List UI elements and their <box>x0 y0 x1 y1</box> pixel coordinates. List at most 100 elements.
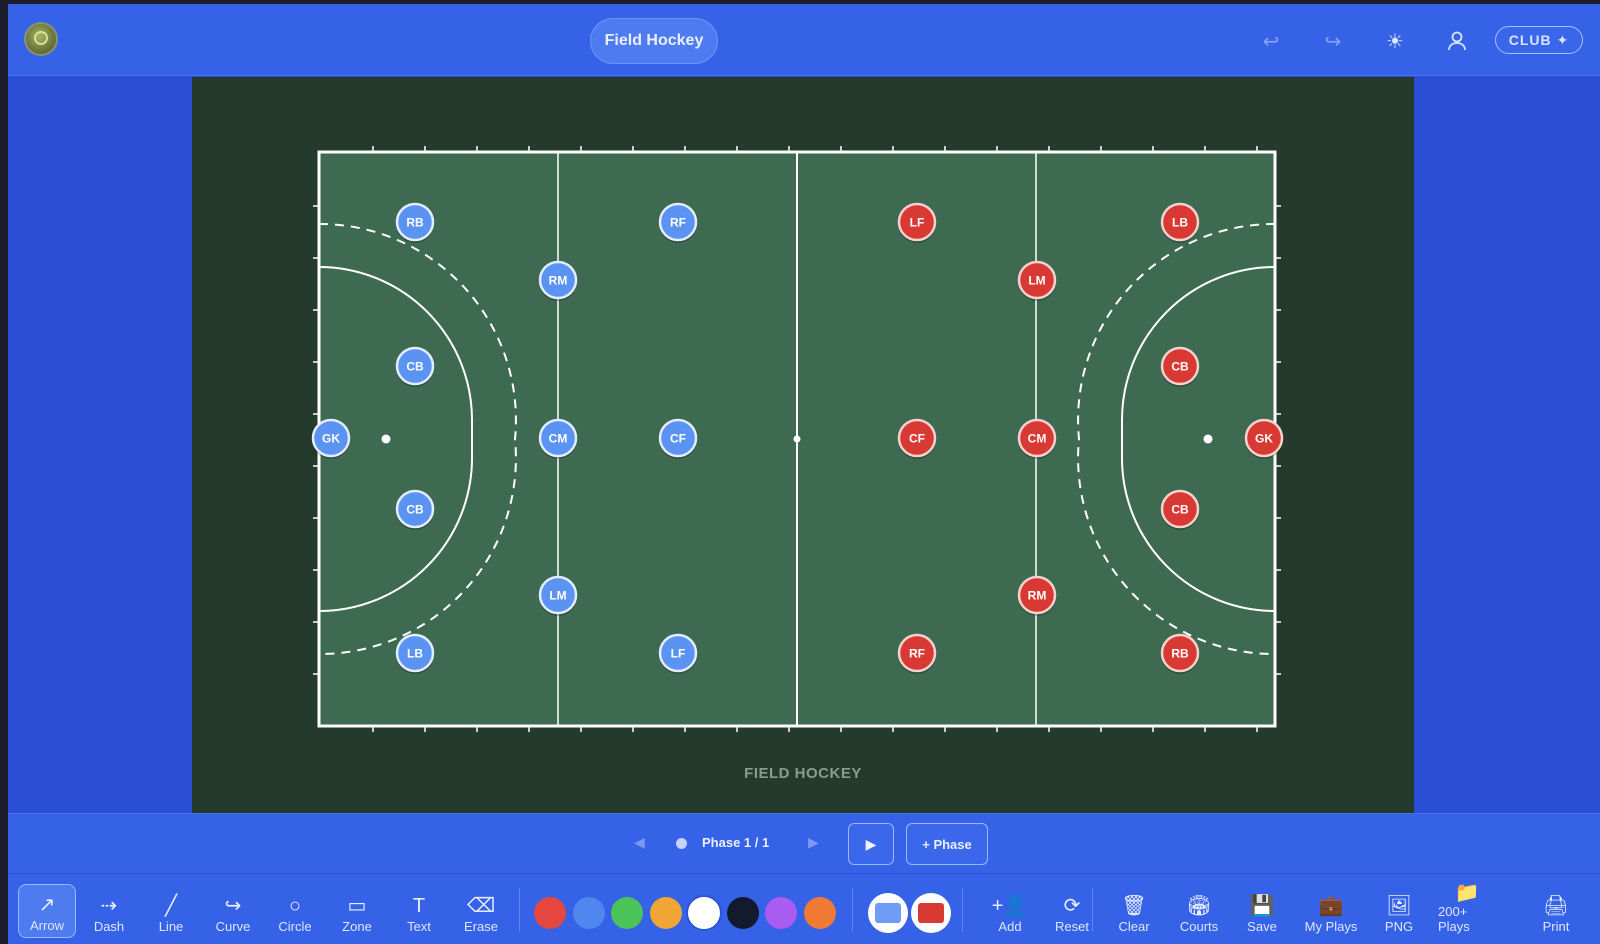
play-button[interactable]: ▶ <box>848 823 894 865</box>
tool-label: Erase <box>464 919 498 934</box>
folder-icon: 📁 <box>1454 882 1480 904</box>
text-tool-button[interactable]: T Text <box>390 884 448 938</box>
red-team-button[interactable] <box>911 893 951 933</box>
arrow-tool-button[interactable]: ↗ Arrow <box>18 884 76 938</box>
tool-label: 200+ Plays <box>1438 904 1470 934</box>
blue-player-gk[interactable]: GK <box>311 418 351 459</box>
player-label: CF <box>909 432 925 446</box>
play-icon: ▶ <box>865 835 877 852</box>
sun-icon[interactable]: ☀ <box>1382 28 1408 54</box>
blue-player-rm[interactable]: RM <box>538 260 578 301</box>
color-swatch[interactable] <box>534 897 566 929</box>
player-label: CM <box>549 432 568 446</box>
red-player-cb[interactable]: CB <box>1160 346 1200 387</box>
blue-player-cf[interactable]: CF <box>658 418 698 459</box>
line-tool-button[interactable]: ╱ Line <box>142 884 200 938</box>
center-spot <box>793 435 801 443</box>
color-swatch[interactable] <box>765 897 797 929</box>
toolbar-divider <box>852 888 853 932</box>
add-player-icon: +👤 <box>991 895 1029 917</box>
field-canvas[interactable]: GK RB CB CB LB RM CM LM RF CF LF GK LB CB CB RB LM CM RM LF… <box>192 77 1414 813</box>
tool-label: Zone <box>342 919 372 934</box>
circle-tool-button[interactable]: ○ Circle <box>266 884 324 938</box>
red-player-gk[interactable]: GK <box>1244 418 1284 459</box>
team-color-chip <box>875 903 901 923</box>
erase-tool-button[interactable]: ⌫ Erase <box>452 884 510 938</box>
curve-icon: ↪ <box>224 895 242 917</box>
blue-player-rb[interactable]: RB <box>395 202 435 243</box>
undo-icon[interactable]: ↩ <box>1258 28 1284 54</box>
red-player-lm[interactable]: LM <box>1017 260 1057 301</box>
bottom-toolbar: ↗ Arrow ⇢ Dash ╱ Line ↪ Curve ○ Circle ▭ Zone T Text ⌫… <box>8 873 1600 944</box>
zone-icon: ▭ <box>347 895 367 917</box>
blue-player-cb[interactable]: CB <box>395 489 435 530</box>
tool-label: My Plays <box>1304 919 1358 934</box>
red-player-rm[interactable]: RM <box>1017 575 1057 616</box>
dash-tool-button[interactable]: ⇢ Dash <box>80 884 138 938</box>
player-label: RB <box>1171 647 1189 661</box>
red-player-cf[interactable]: CF <box>897 418 937 459</box>
player-label: RM <box>1028 589 1047 603</box>
field-caption: FIELD HOCKEY <box>744 765 862 782</box>
add-tool-button[interactable]: +👤 Add <box>981 884 1039 938</box>
color-swatch[interactable] <box>611 897 643 929</box>
phase-dot[interactable] <box>676 838 687 849</box>
player-label: CB <box>406 503 424 517</box>
color-swatch[interactable] <box>688 897 720 929</box>
courts-tool-button[interactable]: 🏟 Courts <box>1170 884 1228 938</box>
club-upgrade-button[interactable]: CLUB ✦ <box>1495 26 1583 54</box>
phase-label: Phase 1 / 1 <box>702 835 770 850</box>
club-logo-icon[interactable] <box>24 22 58 56</box>
arrow-icon: ↗ <box>38 894 56 916</box>
zone-tool-button[interactable]: ▭ Zone <box>328 884 386 938</box>
phase-bar: ◀ Phase 1 / 1 ▶ ▶ + Phase <box>8 813 1600 873</box>
color-swatch[interactable] <box>726 897 759 929</box>
player-label: RF <box>909 647 925 661</box>
redo-icon[interactable]: ↪ <box>1320 28 1346 54</box>
player-label: LM <box>549 589 566 603</box>
hockey-pitch[interactable]: GK RB CB CB LB RM CM LM RF CF LF GK LB CB CB RB LM CM RM LF… <box>192 77 1414 813</box>
blue-player-lb[interactable]: LB <box>395 633 435 674</box>
blue-player-cb[interactable]: CB <box>395 346 435 387</box>
team-color-chip <box>918 903 944 923</box>
red-player-cb[interactable]: CB <box>1160 489 1200 530</box>
save-tool-button[interactable]: 💾 Save <box>1233 884 1291 938</box>
briefcase-icon: 💼 <box>1318 895 1344 917</box>
reset-icon: ⟳ <box>1063 895 1081 917</box>
red-player-cm[interactable]: CM <box>1017 418 1057 459</box>
prev-phase-icon[interactable]: ◀ <box>634 834 645 851</box>
red-player-rb[interactable]: RB <box>1160 633 1200 674</box>
player-label: CB <box>406 360 424 374</box>
200-plays-tool-button[interactable]: 📁 200+ Plays <box>1438 882 1496 938</box>
red-player-lb[interactable]: LB <box>1160 202 1200 243</box>
toolbar-divider <box>519 888 520 932</box>
my-plays-tool-button[interactable]: 💼 My Plays <box>1302 884 1360 938</box>
printer-icon: 🖨 <box>1543 895 1569 917</box>
blue-player-cm[interactable]: CM <box>538 418 578 459</box>
red-player-lf[interactable]: LF <box>897 202 937 243</box>
player-label: CB <box>1171 503 1189 517</box>
curve-tool-button[interactable]: ↪ Curve <box>204 884 262 938</box>
blue-player-rf[interactable]: RF <box>658 202 698 243</box>
blue-player-lm[interactable]: LM <box>538 575 578 616</box>
clear-tool-button[interactable]: 🗑 Clear <box>1105 884 1163 938</box>
player-label: RM <box>549 274 568 288</box>
png-tool-button[interactable]: 🖼 PNG <box>1370 884 1428 938</box>
print-tool-button[interactable]: 🖨 Print <box>1527 884 1585 938</box>
blue-player-lf[interactable]: LF <box>658 633 698 674</box>
eraser-icon: ⌫ <box>466 895 496 917</box>
toolbar-divider <box>962 888 963 932</box>
next-phase-icon[interactable]: ▶ <box>808 834 819 851</box>
player-label: CB <box>1171 360 1189 374</box>
red-player-rf[interactable]: RF <box>897 633 937 674</box>
color-swatch[interactable] <box>803 897 836 929</box>
sport-title-button[interactable]: Field Hockey <box>590 18 718 64</box>
blue-team-button[interactable] <box>868 893 908 933</box>
color-swatch[interactable] <box>649 897 682 929</box>
tool-label: Add <box>998 919 1022 934</box>
add-phase-button[interactable]: + Phase <box>906 823 988 865</box>
color-swatch[interactable] <box>572 897 605 929</box>
save-icon: 💾 <box>1249 895 1275 917</box>
tool-label: Print <box>1542 919 1570 934</box>
user-icon[interactable] <box>1444 28 1470 54</box>
